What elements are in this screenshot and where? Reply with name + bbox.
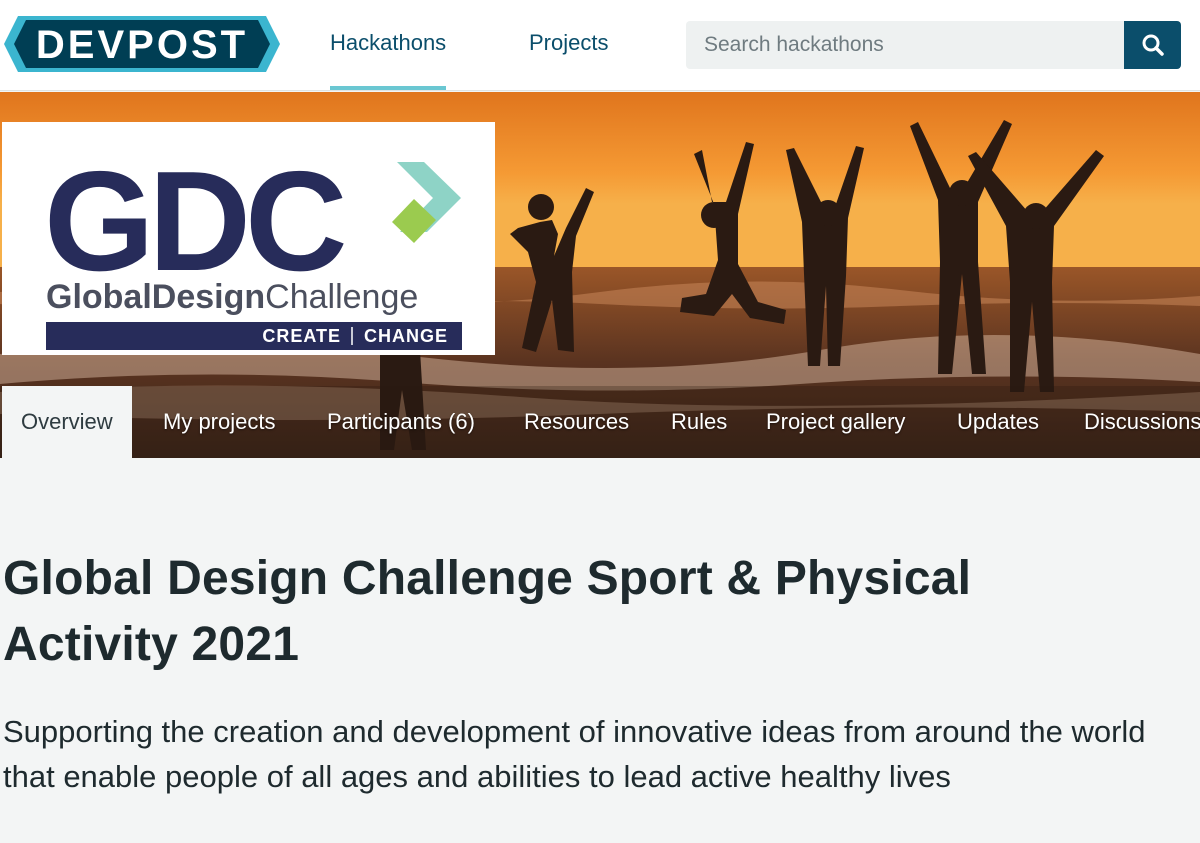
tab-updates[interactable]: Updates	[957, 386, 1039, 458]
nav-link-hackathons[interactable]: Hackathons	[330, 30, 447, 90]
tab-rules[interactable]: Rules	[671, 386, 727, 458]
challenge-title: Global Design Challenge Sport & Physical…	[3, 552, 972, 671]
top-navigation-bar: DEVPOST Hackathons Projects	[0, 0, 1200, 91]
challenge-tagline: Supporting the creation and development …	[3, 714, 1146, 794]
tab-participants[interactable]: Participants (6)	[327, 386, 475, 458]
gdc-logo-tag-change: CHANGE	[364, 326, 448, 346]
gdc-logo-name-bold: GlobalDesign	[46, 278, 265, 316]
tab-resources[interactable]: Resources	[524, 386, 629, 458]
search-icon	[1142, 34, 1164, 56]
challenge-tabs: Overview My projects Participants (6) Re…	[0, 386, 1200, 458]
tab-project-gallery[interactable]: Project gallery	[766, 386, 905, 458]
nav-link-projects[interactable]: Projects	[529, 30, 608, 56]
challenge-logo-card: GDC GlobalDesignChallenge CREATE CHANGE	[2, 122, 495, 355]
tab-my-projects[interactable]: My projects	[163, 386, 275, 458]
tab-overview[interactable]: Overview	[2, 386, 132, 458]
challenge-overview: Global Design Challenge Sport & Physical…	[0, 458, 1200, 843]
gdc-logo-name-light: Challenge	[265, 278, 418, 316]
gdc-logo: GDC GlobalDesignChallenge CREATE CHANGE	[44, 142, 462, 350]
tab-discussions[interactable]: Discussions	[1084, 386, 1200, 458]
devpost-logo[interactable]: DEVPOST	[4, 16, 280, 72]
svg-text:GlobalDesignChallenge: GlobalDesignChallenge	[46, 278, 418, 316]
gdc-logo-tag-create: CREATE	[262, 326, 341, 346]
search-button[interactable]	[1124, 21, 1181, 69]
search-input[interactable]	[686, 21, 1124, 69]
logo-text: DEVPOST	[36, 23, 248, 67]
